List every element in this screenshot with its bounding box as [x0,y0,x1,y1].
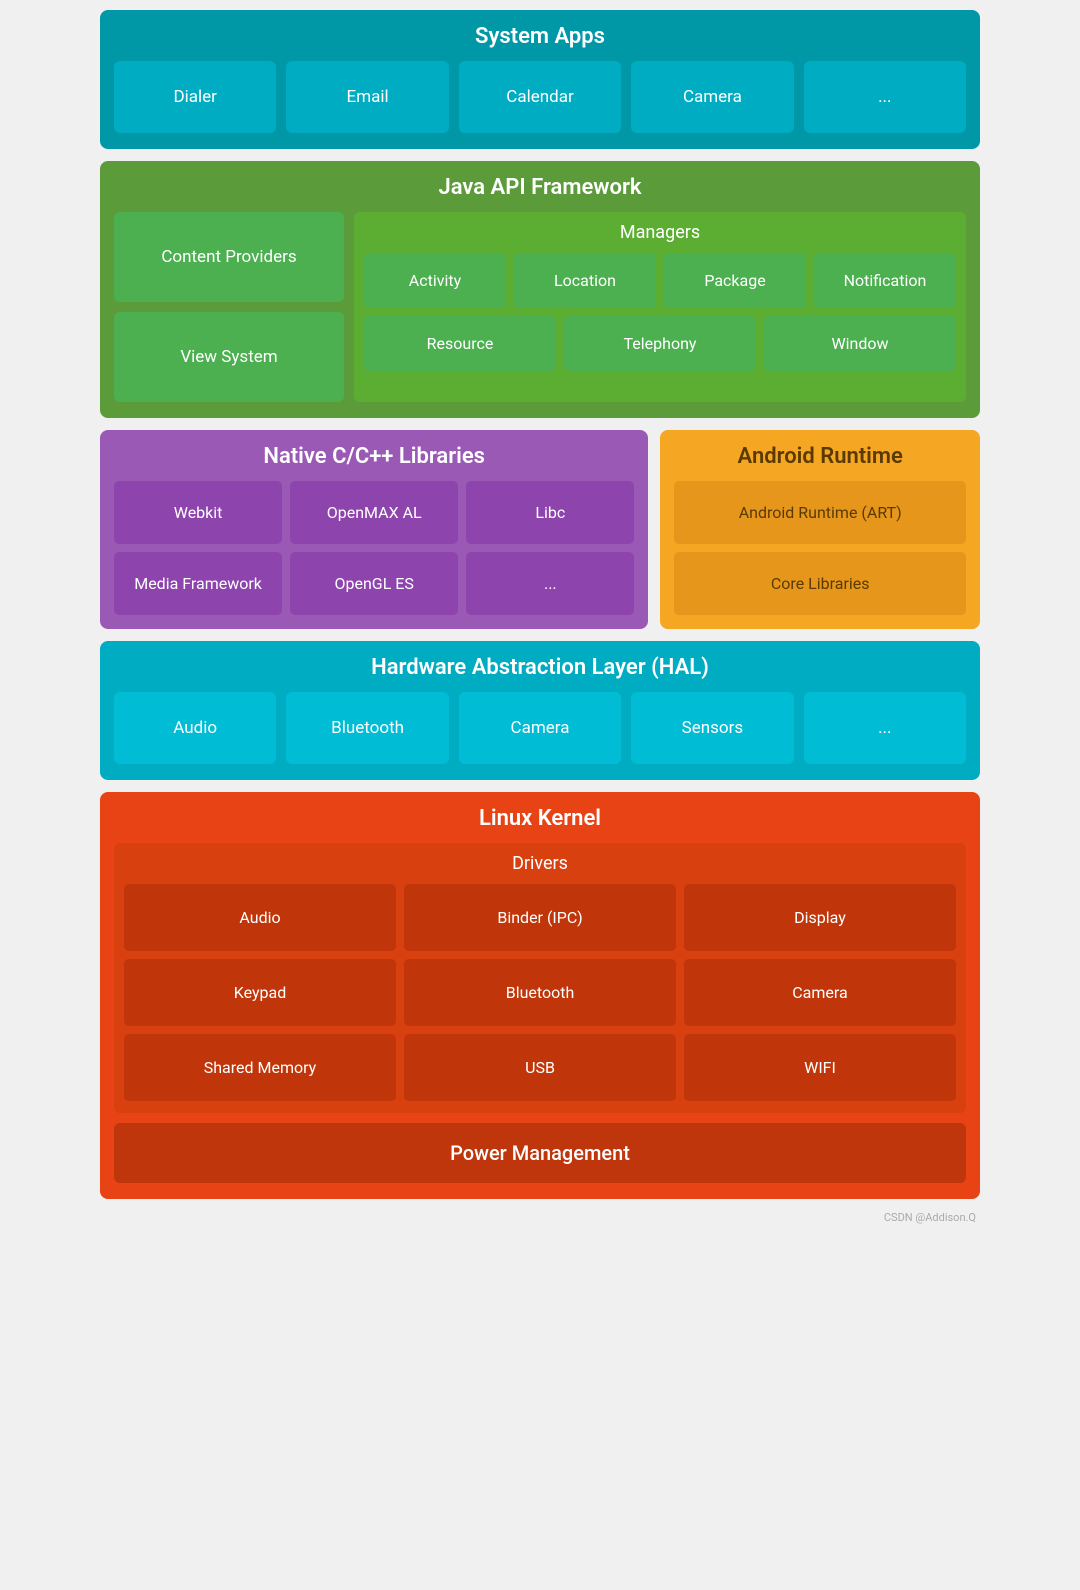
drivers-grid: Audio Binder (IPC) Display Keypad Blueto… [124,884,956,1101]
drivers-title: Drivers [124,853,956,874]
android-architecture-diagram: System Apps Dialer Email Calendar Camera… [90,0,990,1234]
more-apps-item: ... [804,61,966,133]
window-manager: Window [764,316,956,371]
driver-usb: USB [404,1034,676,1101]
managers-row1: Activity Location Package Notification [364,253,956,308]
email-item: Email [286,61,448,133]
driver-bluetooth: Bluetooth [404,959,676,1026]
opengl-item: OpenGL ES [290,552,458,615]
runtime-grid: Android Runtime (ART) Core Libraries [674,481,966,615]
java-api-inner: Content Providers View System Managers A… [114,212,966,402]
hal-layer: Hardware Abstraction Layer (HAL) Audio B… [100,641,980,780]
java-api-layer: Java API Framework Content Providers Vie… [100,161,980,418]
system-apps-title: System Apps [114,24,966,49]
watermark: CSDN @Addison.Q [100,1211,980,1224]
drivers-row2: Keypad Bluetooth Camera [124,959,956,1026]
core-libraries-item: Core Libraries [674,552,966,615]
driver-camera: Camera [684,959,956,1026]
hal-sensors-item: Sensors [631,692,793,764]
dialer-item: Dialer [114,61,276,133]
hal-audio-item: Audio [114,692,276,764]
managers-section: Managers Activity Location Package Notif… [354,212,966,402]
managers-row2: Resource Telephony Window [364,316,956,371]
libc-item: Libc [466,481,634,544]
native-runtime-row: Native C/C++ Libraries Webkit OpenMAX AL… [100,430,980,629]
native-libs-layer: Native C/C++ Libraries Webkit OpenMAX AL… [100,430,648,629]
system-apps-layer: System Apps Dialer Email Calendar Camera… [100,10,980,149]
driver-keypad: Keypad [124,959,396,1026]
view-system-item: View System [114,312,344,402]
android-runtime-title: Android Runtime [674,444,966,469]
power-management-item: Power Management [114,1123,966,1183]
driver-audio: Audio [124,884,396,951]
hal-bluetooth-item: Bluetooth [286,692,448,764]
managers-title: Managers [364,222,956,243]
resource-manager: Resource [364,316,556,371]
native-libs-row2: Media Framework OpenGL ES ... [114,552,634,615]
location-manager: Location [514,253,656,308]
hal-more-item: ... [804,692,966,764]
linux-kernel-title: Linux Kernel [114,806,966,831]
openmax-item: OpenMAX AL [290,481,458,544]
camera-item: Camera [631,61,793,133]
media-framework-item: Media Framework [114,552,282,615]
telephony-manager: Telephony [564,316,756,371]
webkit-item: Webkit [114,481,282,544]
native-libs-row1: Webkit OpenMAX AL Libc [114,481,634,544]
hal-title: Hardware Abstraction Layer (HAL) [114,655,966,680]
java-api-left: Content Providers View System [114,212,344,402]
drivers-section: Drivers Audio Binder (IPC) Display Keypa… [114,843,966,1113]
drivers-row1: Audio Binder (IPC) Display [124,884,956,951]
java-api-title: Java API Framework [114,175,966,200]
driver-display: Display [684,884,956,951]
hal-camera-item: Camera [459,692,621,764]
notification-manager: Notification [814,253,956,308]
more-native-item: ... [466,552,634,615]
hal-items: Audio Bluetooth Camera Sensors ... [114,692,966,764]
driver-shared-memory: Shared Memory [124,1034,396,1101]
linux-kernel-layer: Linux Kernel Drivers Audio Binder (IPC) … [100,792,980,1199]
content-providers-item: Content Providers [114,212,344,302]
art-item: Android Runtime (ART) [674,481,966,544]
android-runtime-layer: Android Runtime Android Runtime (ART) Co… [660,430,980,629]
driver-wifi: WIFI [684,1034,956,1101]
calendar-item: Calendar [459,61,621,133]
driver-binder: Binder (IPC) [404,884,676,951]
native-libs-grid: Webkit OpenMAX AL Libc Media Framework O… [114,481,634,615]
activity-manager: Activity [364,253,506,308]
managers-grid: Activity Location Package Notification R… [364,253,956,371]
package-manager: Package [664,253,806,308]
drivers-row3: Shared Memory USB WIFI [124,1034,956,1101]
native-libs-title: Native C/C++ Libraries [114,444,634,469]
system-apps-items: Dialer Email Calendar Camera ... [114,61,966,133]
